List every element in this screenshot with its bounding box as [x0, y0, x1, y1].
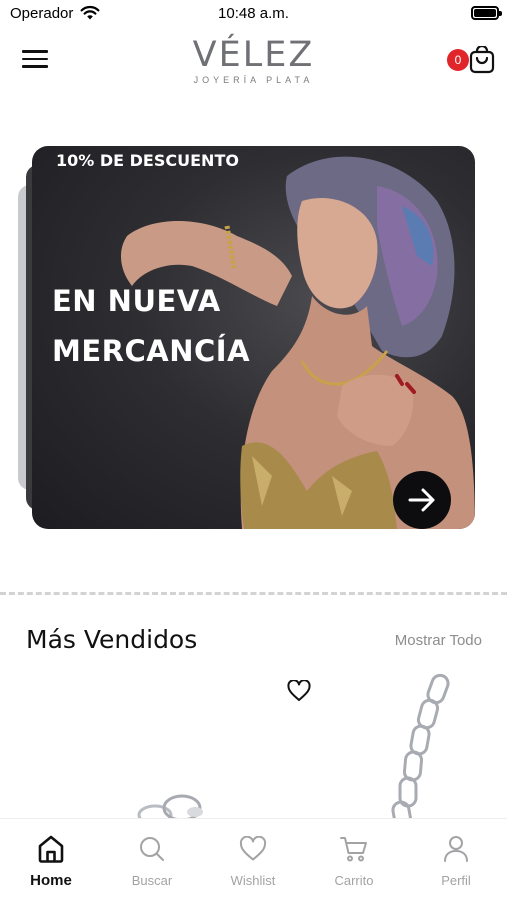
best-sellers-list [0, 670, 507, 822]
logo-subtitle: JOYERÍA PLATA [193, 75, 314, 85]
banner-next-button[interactable] [393, 471, 451, 529]
clock-label: 10:48 a.m. [218, 5, 289, 22]
section-title: Más Vendidos [26, 625, 198, 654]
user-icon [444, 836, 468, 862]
app-header: VÉLEZ JOYERÍA PLATA 0 [0, 30, 507, 100]
product-image-earrings [137, 794, 203, 822]
logo-title: VÉLEZ [192, 35, 315, 75]
product-image-chain [391, 673, 450, 822]
bottom-navigation: Home Buscar Wishlist Carrito Perfil [0, 818, 507, 900]
add-to-wishlist-button[interactable] [287, 679, 311, 702]
nav-wishlist[interactable]: Wishlist [208, 833, 298, 888]
nav-profile-label: Perfil [441, 873, 471, 888]
banner-headline-line2: MERCANCÍA [52, 334, 251, 368]
app-screen: Operador 10:48 a.m. VÉLEZ JOYERÍA PLATA … [0, 0, 507, 900]
nav-cart[interactable]: Carrito [309, 833, 399, 888]
brand-logo: VÉLEZ JOYERÍA PLATA [0, 36, 507, 85]
banner-headline: EN NUEVA MERCANCÍA [52, 276, 250, 376]
banner-headline-line1: EN NUEVA [52, 284, 221, 318]
shopping-bag-icon [469, 44, 495, 79]
search-icon [140, 837, 164, 861]
promo-banner[interactable]: 10% DE DESCUENTO EN NUEVA MERCANCÍA [32, 146, 475, 529]
heart-icon [239, 836, 267, 861]
nav-search[interactable]: Buscar [107, 833, 197, 888]
show-all-link[interactable]: Mostrar Todo [395, 632, 482, 649]
nav-cart-label: Carrito [334, 873, 374, 888]
nav-home-label: Home [30, 872, 72, 889]
nav-profile[interactable]: Perfil [411, 833, 501, 888]
battery-icon [471, 6, 502, 20]
home-icon [38, 835, 64, 863]
cart-count-badge: 0 [447, 49, 469, 71]
arrow-right-icon [408, 488, 435, 512]
nav-wishlist-label: Wishlist [230, 873, 276, 888]
nav-home[interactable]: Home [6, 833, 96, 889]
status-bar: Operador 10:48 a.m. [0, 0, 507, 28]
cart-icon [340, 837, 367, 862]
header-cart-button[interactable]: 0 [447, 44, 495, 74]
section-divider [0, 592, 507, 595]
nav-search-label: Buscar [131, 873, 173, 888]
banner-discount-label: 10% DE DESCUENTO [56, 151, 239, 170]
heart-outline-icon [287, 679, 311, 701]
